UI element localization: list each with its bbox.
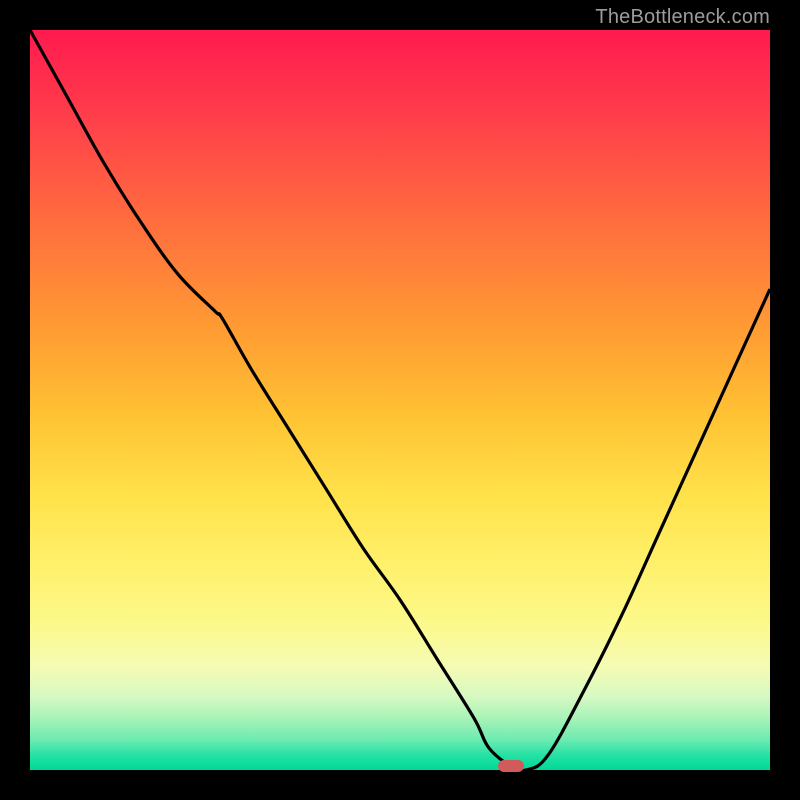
bottleneck-curve: [30, 30, 770, 770]
outer-frame: TheBottleneck.com: [0, 0, 800, 800]
watermark-text: TheBottleneck.com: [595, 6, 770, 29]
optimal-marker: [498, 760, 524, 772]
plot-area: [30, 30, 770, 770]
